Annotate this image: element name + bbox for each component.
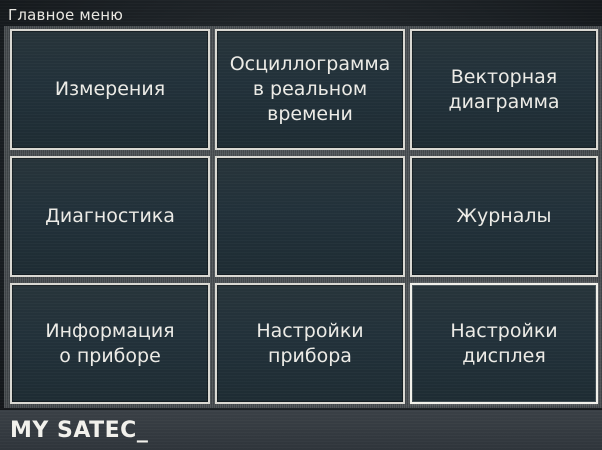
menu-tile-display-settings[interactable]: Настройки дисплея: [410, 283, 598, 404]
menu-tile-label: Настройки дисплея: [450, 319, 558, 367]
menu-tile-realtime-waveform[interactable]: Осциллограмма в реальном времени: [215, 29, 405, 150]
menu-tile-label: Диагностика: [45, 205, 175, 227]
menu-tile-label: Журналы: [456, 205, 552, 227]
menu-tile-empty: [215, 156, 405, 277]
device-screen: Главное меню Измерения Осциллограмма в р…: [0, 0, 602, 450]
page-title: Главное меню: [8, 6, 124, 24]
menu-tile-vector-diagram[interactable]: Векторная диаграмма: [410, 29, 598, 150]
menu-tile-label: Информация о приборе: [45, 319, 175, 367]
menu-tile-label: Осциллограмма в реальном времени: [229, 53, 391, 125]
menu-tile-label: Измерения: [54, 78, 166, 100]
status-bar: MY SATEC_: [0, 410, 602, 450]
menu-tile-label: Векторная диаграмма: [448, 65, 560, 113]
device-name-status: MY SATEC_: [10, 418, 149, 443]
menu-tile-device-info[interactable]: Информация о приборе: [10, 283, 210, 404]
menu-tile-measurements[interactable]: Измерения: [10, 29, 210, 150]
main-menu-grid: Измерения Осциллограмма в реальном време…: [10, 29, 598, 404]
menu-tile-label: Настройки прибора: [256, 319, 364, 367]
menu-tile-logs[interactable]: Журналы: [410, 156, 598, 277]
menu-tile-device-settings[interactable]: Настройки прибора: [215, 283, 405, 404]
menu-tile-diagnostics[interactable]: Диагностика: [10, 156, 210, 277]
